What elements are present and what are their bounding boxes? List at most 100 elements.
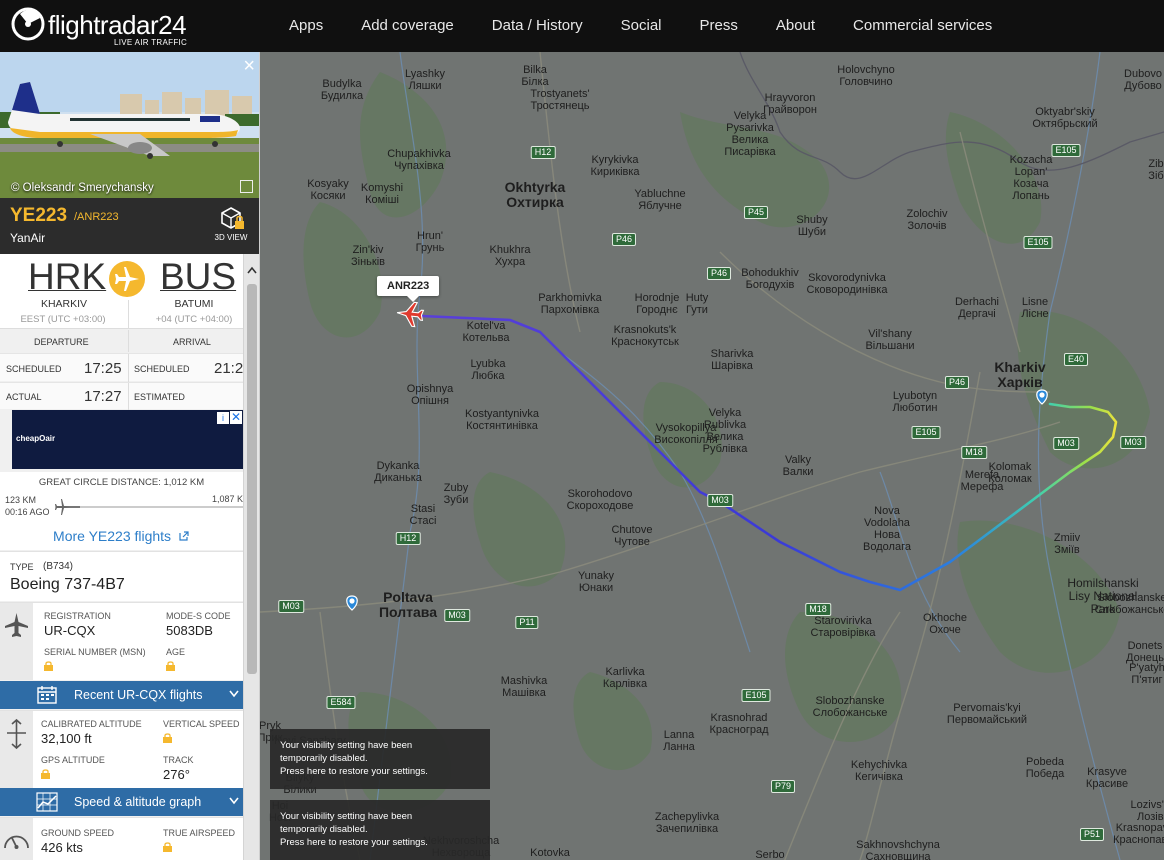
aircraft-callsign-label[interactable]: ANR223: [377, 276, 440, 302]
advertisement-banner[interactable]: cheapOair i ✕: [12, 410, 243, 469]
map-place-label: Oktyabr'skiy Октябрьский: [1032, 106, 1098, 130]
registration-value: UR-CQX: [44, 623, 96, 638]
mode-s-label: MODE-S CODE: [166, 611, 231, 621]
map-place-label: Vil'shany Вільшани: [865, 328, 915, 352]
external-link-icon: [179, 531, 189, 541]
map-place-label: Kozacha Lopan' Козача Лопань: [1009, 154, 1053, 202]
map-place-label: Zin'kiv Зіньків: [351, 244, 385, 268]
airline-name[interactable]: YanAir: [10, 231, 45, 245]
origin-city: KHARKIV: [40, 298, 88, 310]
panel-scrollbar[interactable]: [243, 254, 259, 860]
recent-flights-label: Recent UR-CQX flights: [74, 688, 203, 702]
road-number-label: E105: [1023, 236, 1053, 249]
road-number-label: P51: [1079, 828, 1105, 841]
map-place-label: Lyubotyn Люботин: [892, 390, 938, 414]
map-place-label: Parkhomivka Пархомівка: [538, 292, 602, 316]
gps-altitude-label: GPS ALTITUDE: [41, 755, 105, 765]
origin-code[interactable]: HRK: [28, 256, 106, 298]
notice-line: Press here to restore your settings.: [280, 837, 428, 848]
road-number-label: E105: [911, 426, 941, 439]
scheduled-arrival-time: 21:2: [214, 360, 244, 377]
map-place-label: Mashivka Машівка: [500, 675, 548, 699]
map-place-label: Karlivka Карлівка: [602, 666, 648, 690]
map-place-label: Holovchyno Головчино: [837, 64, 895, 88]
road-number-label: M03: [1120, 436, 1146, 449]
departure-header: DEPARTURE: [34, 337, 89, 347]
recent-flights-toggle[interactable]: Recent UR-CQX flights: [0, 681, 243, 709]
actual-label: ACTUAL: [6, 392, 42, 402]
speedometer-icon: [4, 835, 29, 849]
map-place-label: Chupakhivka Чупахівка: [387, 148, 451, 172]
road-number-label: P46: [611, 233, 637, 246]
scroll-up-arrow-icon[interactable]: [247, 266, 257, 276]
notice-line: Your visibility setting have been: [280, 811, 413, 822]
more-flights-link[interactable]: More YE223 flights: [0, 528, 243, 544]
arrival-header: ARRIVAL: [173, 337, 211, 347]
3d-view-button[interactable]: 3D VIEW: [210, 205, 252, 247]
calendar-icon: [37, 686, 57, 704]
nav-commercial-services[interactable]: Commercial services: [834, 0, 1011, 52]
brand-name: flightradar24: [48, 10, 187, 40]
nav-apps[interactable]: Apps: [270, 0, 342, 52]
notice-line: Press here to restore your settings.: [280, 766, 428, 777]
msn-label: SERIAL NUMBER (MSN): [44, 647, 146, 657]
calibrated-altitude-value: 32,100 ft: [41, 731, 92, 746]
map-place-label: P'yatyh П'ятиг: [1129, 662, 1164, 686]
notice-line: temporarily disabled.: [280, 824, 368, 835]
map-place-label: Krasnokuts'k Краснокутськ: [611, 324, 679, 348]
lock-icon: [44, 661, 53, 671]
map-place-label: Kharkiv Харків: [994, 359, 1046, 390]
road-number-label: H12: [395, 532, 421, 545]
distance-section: GREAT CIRCLE DISTANCE: 1,012 KM 123 KM 0…: [0, 472, 243, 550]
scheduled-row: SCHEDULED 17:25 SCHEDULED 21:2: [0, 353, 244, 382]
nav-data-history[interactable]: Data / History: [473, 0, 602, 52]
map-place-label: Hrun' Грунь: [415, 230, 445, 254]
road-number-label: E584: [326, 696, 356, 709]
registration-label: REGISTRATION: [44, 611, 111, 621]
map-place-label: Dykanka Диканька: [374, 460, 422, 484]
scrollbar-thumb[interactable]: [247, 284, 257, 674]
great-circle-distance: GREAT CIRCLE DISTANCE: 1,012 KM: [38, 477, 205, 488]
map-place-label: Bohodukhiv Богодухів: [741, 267, 799, 291]
scheduled-label: SCHEDULED: [134, 364, 190, 374]
map-place-label: Krasnohrad Красноград: [709, 712, 769, 736]
speed-altitude-graph-toggle[interactable]: Speed & altitude graph: [0, 788, 243, 816]
panel-scroll-area[interactable]: HRK BUS KHARKIV BATUMI EEST (UTC +03:00)…: [0, 254, 259, 860]
aircraft-photo[interactable]: × © Oleksandr Smerychansky: [0, 52, 259, 198]
icon-column: [0, 711, 33, 788]
map-place-label: Zachepylivka Зачепилівка: [654, 811, 720, 835]
actual-departure-time: 17:27: [84, 388, 122, 405]
map-place-label: Skovorodynivka Сковородинівка: [806, 272, 888, 296]
map-place-label: Merefa Мерефа: [960, 469, 1004, 493]
nav-add-coverage[interactable]: Add coverage: [342, 0, 473, 52]
airplane-icon: [5, 613, 28, 637]
icon-column: [0, 818, 33, 860]
live-map[interactable]: ANR223 Budylka Будилка Lyashky Ляшки Bilka Бі…: [260, 52, 1164, 860]
nav-press[interactable]: Press: [681, 0, 757, 52]
nav-social[interactable]: Social: [602, 0, 681, 52]
visibility-notice[interactable]: Your visibility setting have been tempor…: [270, 800, 490, 860]
nav-about[interactable]: About: [757, 0, 834, 52]
flight-callsign: /ANR223: [74, 211, 119, 223]
visibility-notice[interactable]: Your visibility setting have been tempor…: [270, 729, 490, 789]
ad-close-icon[interactable]: ✕: [230, 411, 242, 424]
map-place-label: Donets Донець: [1126, 640, 1164, 664]
map-place-label: Lyubka Любка: [470, 358, 506, 382]
ad-info-icon[interactable]: i: [217, 412, 229, 424]
aircraft-type-section: TYPE (B734) Boeing 737-4B7: [0, 551, 243, 601]
altitude-details: CALIBRATED ALTITUDE 32,100 ft VERTICAL S…: [0, 710, 243, 788]
map-place-label: Kotovka: [530, 847, 570, 859]
map-place-label: Lozivs'keЛозівс: [1130, 799, 1164, 823]
close-panel-button[interactable]: ×: [243, 56, 255, 76]
map-place-label: Sharivka Шарівка: [710, 348, 754, 372]
map-place-label: Kosyaky Косяки: [307, 178, 349, 202]
destination-code[interactable]: BUS: [160, 256, 236, 298]
road-number-label: E105: [741, 689, 771, 702]
map-place-label: Shuby Шуби: [796, 214, 828, 238]
distance-flown-km: 123 KM: [5, 495, 37, 505]
map-place-label: Derhachi Дергачі: [954, 296, 1000, 320]
flightradar24-logo[interactable]: flightradar24 LIVE AIR TRAFFIC: [10, 6, 200, 48]
expand-icon[interactable]: [240, 180, 253, 193]
map-place-label: Lanna Ланна: [663, 729, 695, 753]
map-place-label: Zolochiv Золочів: [906, 208, 948, 232]
